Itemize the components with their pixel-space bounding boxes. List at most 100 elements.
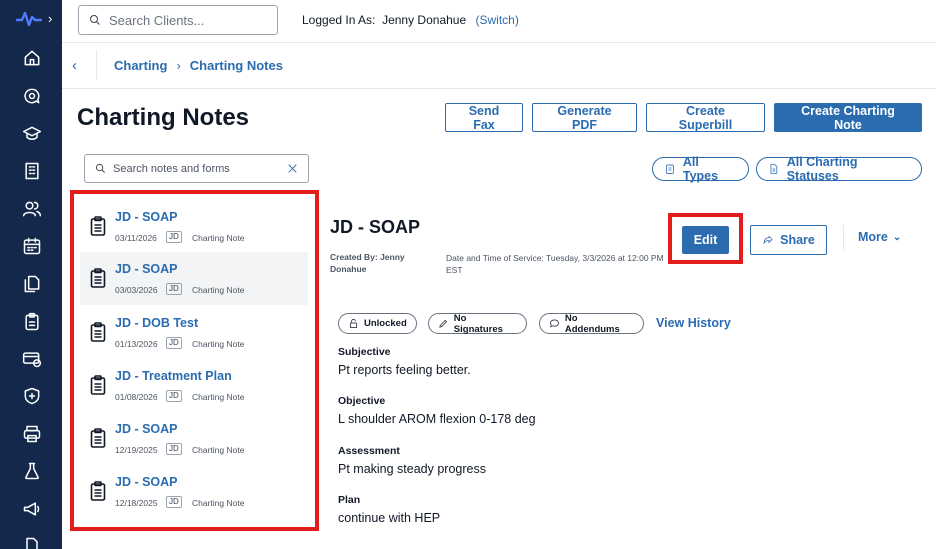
sidebar-nav: › xyxy=(0,0,62,549)
app-logo[interactable] xyxy=(15,10,43,28)
chevron-right-icon: › xyxy=(176,58,181,73)
note-clipboard-icon xyxy=(90,322,106,342)
divider xyxy=(843,225,844,251)
notes-search[interactable] xyxy=(84,154,309,183)
section-label-objective: Objective xyxy=(338,395,386,407)
client-search-input[interactable] xyxy=(109,12,269,28)
lock-status-badge: Unlocked xyxy=(338,313,417,334)
app-root: › Search Clients... Logged In As: Jenny … xyxy=(0,0,936,549)
filter-all-types[interactable]: All Types xyxy=(652,155,749,183)
billing-icon[interactable] xyxy=(22,349,42,369)
note-title: JD - SOAP xyxy=(115,210,178,224)
send-fax-button[interactable]: Send Fax xyxy=(445,103,523,132)
clients-icon[interactable] xyxy=(22,199,42,219)
view-history-link[interactable]: View History xyxy=(656,316,731,330)
clipboard-icon xyxy=(666,164,674,174)
printer-icon[interactable] xyxy=(22,424,42,444)
list-item[interactable]: JD - SOAP 12/19/2025 JD Charting Note xyxy=(80,412,308,465)
list-item[interactable]: JD - SOAP 12/18/2025 JD Charting Note xyxy=(80,465,308,518)
signatures-status-badge: No Signatures xyxy=(428,312,527,335)
generate-pdf-button[interactable]: Generate PDF xyxy=(532,103,637,132)
note-initials-badge: JD xyxy=(166,283,182,295)
calendar-icon[interactable] xyxy=(22,236,42,256)
section-text-objective: L shoulder AROM flexion 0-178 deg xyxy=(338,412,536,426)
addendums-status-label: No Addendums xyxy=(564,312,620,335)
list-item[interactable]: JD - SOAP 03/11/2026 JD Charting Note xyxy=(80,200,308,253)
more-menu-button[interactable]: More ⌄ xyxy=(858,230,901,244)
note-clipboard-icon xyxy=(90,375,106,395)
filter-all-statuses[interactable]: All Charting Statuses xyxy=(756,155,922,183)
section-label-plan: Plan xyxy=(338,494,361,506)
breadcrumb-charting-notes[interactable]: Charting Notes xyxy=(190,58,283,73)
share-button-label: Share xyxy=(780,233,815,247)
create-charting-note-button[interactable]: Create Charting Note xyxy=(774,103,922,132)
switch-user-link[interactable]: (Switch) xyxy=(476,13,519,27)
building-icon[interactable] xyxy=(22,161,42,181)
chevron-down-icon: ⌄ xyxy=(892,231,902,243)
more-button-label: More xyxy=(858,230,888,244)
edit-button[interactable]: Edit xyxy=(682,226,729,254)
note-title: JD - SOAP xyxy=(115,475,178,489)
clipboard-icon[interactable] xyxy=(22,312,42,332)
section-label-assessment: Assessment xyxy=(338,445,400,457)
addendums-status-badge: No Addendums xyxy=(539,312,644,335)
note-initials-badge: JD xyxy=(166,337,182,349)
note-initials-badge: JD xyxy=(166,390,182,402)
note-type: Charting Note xyxy=(192,339,245,349)
note-clipboard-icon xyxy=(90,268,106,288)
list-item[interactable]: JD - DOB Test 01/13/2026 JD Charting Not… xyxy=(80,306,308,359)
section-text-assessment: Pt making steady progress xyxy=(338,462,486,476)
page-title: Charting Notes xyxy=(77,104,250,131)
list-item[interactable]: JD - Treatment Plan 01/08/2026 JD Charti… xyxy=(80,359,308,412)
notes-list: JD - SOAP 03/11/2026 JD Charting Note JD… xyxy=(72,192,317,528)
logged-in-info: Logged In As: Jenny Donahue (Switch) xyxy=(302,13,519,27)
logged-in-user: Jenny Donahue xyxy=(382,13,467,27)
note-initials-badge: JD xyxy=(166,231,182,243)
note-type: Charting Note xyxy=(192,285,245,295)
signatures-status-label: No Signatures xyxy=(453,312,503,335)
top-bar: Logged In As: Jenny Donahue (Switch) xyxy=(62,0,936,43)
section-label-subjective: Subjective xyxy=(338,346,391,358)
shield-icon[interactable] xyxy=(22,386,42,406)
note-clipboard-icon xyxy=(90,481,106,501)
note-title: JD - DOB Test xyxy=(115,316,199,330)
client-search[interactable] xyxy=(78,5,278,35)
note-type: Charting Note xyxy=(192,445,245,455)
note-initials-badge: JD xyxy=(166,496,182,508)
note-date: 03/11/2026 xyxy=(115,233,157,243)
chat-search-icon[interactable] xyxy=(22,86,42,106)
breadcrumb-charting[interactable]: Charting xyxy=(114,58,167,73)
expand-sidebar-icon[interactable]: › xyxy=(48,11,52,26)
note-date: 03/03/2026 xyxy=(115,285,158,295)
note-title: JD - Treatment Plan xyxy=(115,369,232,383)
section-text-subjective: Pt reports feeling better. xyxy=(338,363,471,377)
breadcrumb: Charting › Charting Notes xyxy=(114,58,283,73)
megaphone-icon[interactable] xyxy=(22,499,42,519)
share-button[interactable]: Share xyxy=(750,225,827,255)
lab-flask-icon[interactable] xyxy=(22,461,42,481)
created-by-label: Created By: Jenny xyxy=(330,252,405,262)
logged-in-label: Logged In As: xyxy=(302,13,376,27)
filter-all-types-label: All Types xyxy=(682,155,719,183)
section-text-plan: continue with HEP xyxy=(338,511,441,525)
note-title: JD - SOAP xyxy=(115,262,178,276)
create-superbill-button[interactable]: Create Superbill xyxy=(646,103,765,132)
unlock-icon xyxy=(349,319,358,328)
note-detail-title: JD - SOAP xyxy=(330,217,421,237)
notes-search-input[interactable] xyxy=(113,162,283,175)
back-chevron-icon[interactable]: ‹ xyxy=(72,57,88,74)
documents-icon[interactable] xyxy=(22,274,42,294)
education-icon[interactable] xyxy=(22,124,42,144)
share-icon xyxy=(763,235,773,245)
lock-status-label: Unlocked xyxy=(364,318,407,329)
note-date: 12/19/2025 xyxy=(115,445,158,455)
note-date: 12/18/2025 xyxy=(115,498,158,508)
comment-icon xyxy=(549,319,559,328)
list-item[interactable]: JD - SOAP 03/03/2026 JD Charting Note xyxy=(80,252,308,305)
divider xyxy=(96,50,97,80)
filter-all-statuses-label: All Charting Statuses xyxy=(786,155,858,183)
note-clipboard-icon xyxy=(90,216,106,236)
file-settings-icon[interactable] xyxy=(22,536,42,549)
home-icon[interactable] xyxy=(22,48,42,68)
clear-search-icon[interactable] xyxy=(286,162,299,175)
